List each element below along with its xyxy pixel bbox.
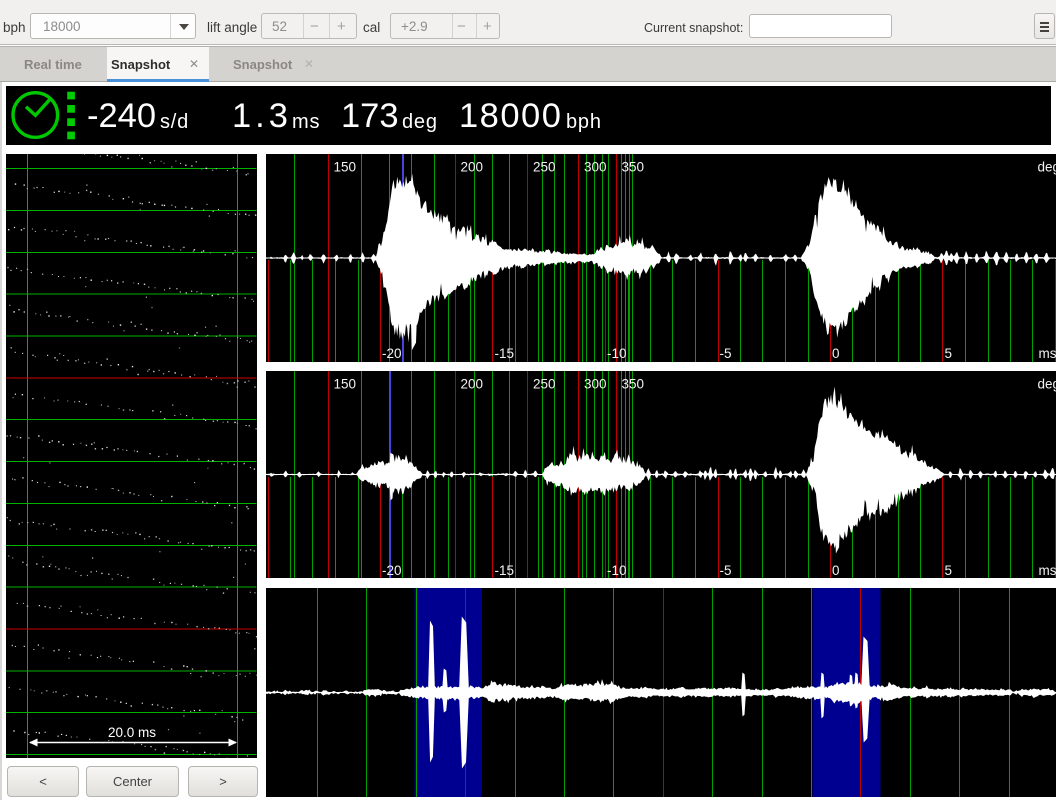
svg-text:deg: deg — [1037, 376, 1056, 391]
svg-text:300: 300 — [584, 159, 607, 174]
svg-text:-5: -5 — [719, 346, 731, 361]
svg-text:150: 150 — [333, 159, 356, 174]
svg-text:ms: ms — [1038, 346, 1056, 361]
svg-text:250: 250 — [533, 376, 556, 391]
svg-text:350: 350 — [621, 376, 644, 391]
svg-text:-20: -20 — [382, 563, 402, 578]
svg-text:-15: -15 — [494, 563, 514, 578]
svg-text:0: 0 — [831, 563, 839, 578]
svg-text:5: 5 — [944, 563, 952, 578]
svg-text:ms: ms — [1038, 563, 1056, 578]
svg-text:-10: -10 — [607, 563, 627, 578]
svg-text:deg: deg — [1037, 159, 1056, 174]
svg-text:20.0 ms: 20.0 ms — [108, 725, 156, 740]
svg-text:200: 200 — [460, 159, 483, 174]
svg-text:-20: -20 — [382, 346, 402, 361]
svg-text:-5: -5 — [719, 563, 731, 578]
svg-text:-15: -15 — [494, 346, 514, 361]
svg-text:250: 250 — [533, 159, 556, 174]
svg-text:200: 200 — [460, 376, 483, 391]
svg-text:300: 300 — [584, 376, 607, 391]
svg-text:150: 150 — [333, 376, 356, 391]
svg-text:-10: -10 — [607, 346, 627, 361]
svg-text:350: 350 — [621, 159, 644, 174]
svg-text:0: 0 — [832, 346, 840, 361]
svg-text:5: 5 — [944, 346, 952, 361]
